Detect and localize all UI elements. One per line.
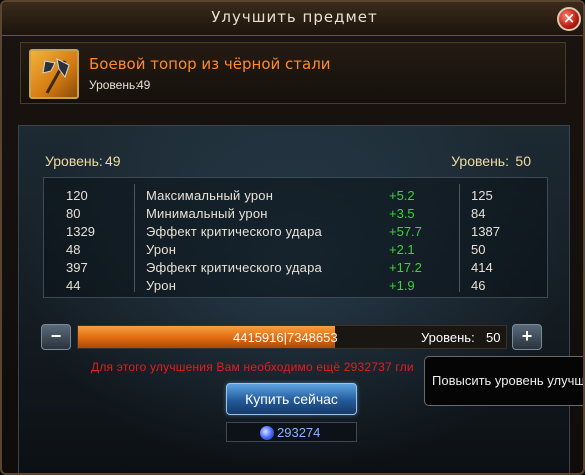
stat-name: Урон <box>146 278 177 293</box>
stat-old-value: 48 <box>66 242 81 257</box>
stat-new-value: 125 <box>471 188 493 203</box>
stat-row: 120 Максимальный урон +5.2 125 <box>44 188 549 206</box>
stat-delta: +3.5 <box>389 206 415 221</box>
stat-row: 397 Эффект критического удара +17.2 414 <box>44 260 549 278</box>
item-name: Боевой топор из чёрной стали <box>89 55 331 73</box>
stat-row: 44 Урон +1.9 46 <box>44 278 549 296</box>
current-level-label: Уровень: <box>45 153 103 169</box>
decrease-level-button[interactable]: − <box>41 324 71 350</box>
warning-message: Для этого улучшения Вам необходимо ещё 2… <box>91 360 414 374</box>
increase-level-button[interactable]: + <box>512 324 542 350</box>
cost-display: 293274 <box>226 422 357 442</box>
item-level-label: Уровень: <box>89 78 139 92</box>
progress-text: 4415916|7348653 <box>233 330 338 345</box>
stat-old-value: 1329 <box>66 224 95 239</box>
next-level-label: Уровень: <box>451 153 509 169</box>
item-level-value: 49 <box>137 78 151 92</box>
target-level-value: 50 <box>486 330 501 345</box>
close-button[interactable]: × <box>557 7 581 31</box>
stat-name: Эффект критического удара <box>146 260 322 275</box>
stat-new-value: 50 <box>471 242 486 257</box>
tooltip: Повысить уровень улучш <box>424 356 585 406</box>
stat-delta: +1.9 <box>389 278 415 293</box>
current-level-value: 49 <box>105 153 121 169</box>
stat-name: Минимальный урон <box>146 206 268 221</box>
stat-delta: +5.2 <box>389 188 415 203</box>
next-level-value: 50 <box>515 153 531 169</box>
stat-new-value: 414 <box>471 260 493 275</box>
item-info-panel: Боевой топор из чёрной стали Уровень: 49 <box>20 42 566 104</box>
stat-delta: +2.1 <box>389 242 415 257</box>
stats-table: 120 Максимальный урон +5.2 125 80 Минима… <box>43 177 548 298</box>
stat-name: Урон <box>146 242 177 257</box>
stat-new-value: 46 <box>471 278 486 293</box>
stat-delta: +17.2 <box>389 260 422 275</box>
stat-old-value: 397 <box>66 260 88 275</box>
stat-old-value: 44 <box>66 278 81 293</box>
stat-row: 48 Урон +2.1 50 <box>44 242 549 260</box>
tooltip-text: Повысить уровень улучш <box>432 373 585 388</box>
stat-name: Максимальный урон <box>146 188 274 203</box>
experience-progress-bar: 4415916|7348653 Уровень: 50 <box>77 325 507 349</box>
stat-row: 80 Минимальный урон +3.5 84 <box>44 206 549 224</box>
battle-axe-icon <box>29 49 79 99</box>
stat-delta: +57.7 <box>389 224 422 239</box>
gem-icon <box>260 426 274 440</box>
stat-old-value: 80 <box>66 206 81 221</box>
window-title: Улучшить предмет <box>211 8 378 26</box>
target-level-label: Уровень: <box>421 330 475 345</box>
stat-old-value: 120 <box>66 188 88 203</box>
stat-row: 1329 Эффект критического удара +57.7 138… <box>44 224 549 242</box>
stat-name: Эффект критического удара <box>146 224 322 239</box>
title-bar[interactable]: Улучшить предмет × <box>2 2 583 36</box>
stat-new-value: 1387 <box>471 224 500 239</box>
stat-new-value: 84 <box>471 206 486 221</box>
upgrade-panel: Уровень: 49 Уровень: 50 120 Максимальный… <box>18 125 570 473</box>
buy-now-button[interactable]: Купить сейчас <box>226 383 357 415</box>
cost-value: 293274 <box>277 425 321 440</box>
upgrade-item-window: Улучшить предмет × Боевой топор из чёрно… <box>0 0 585 475</box>
